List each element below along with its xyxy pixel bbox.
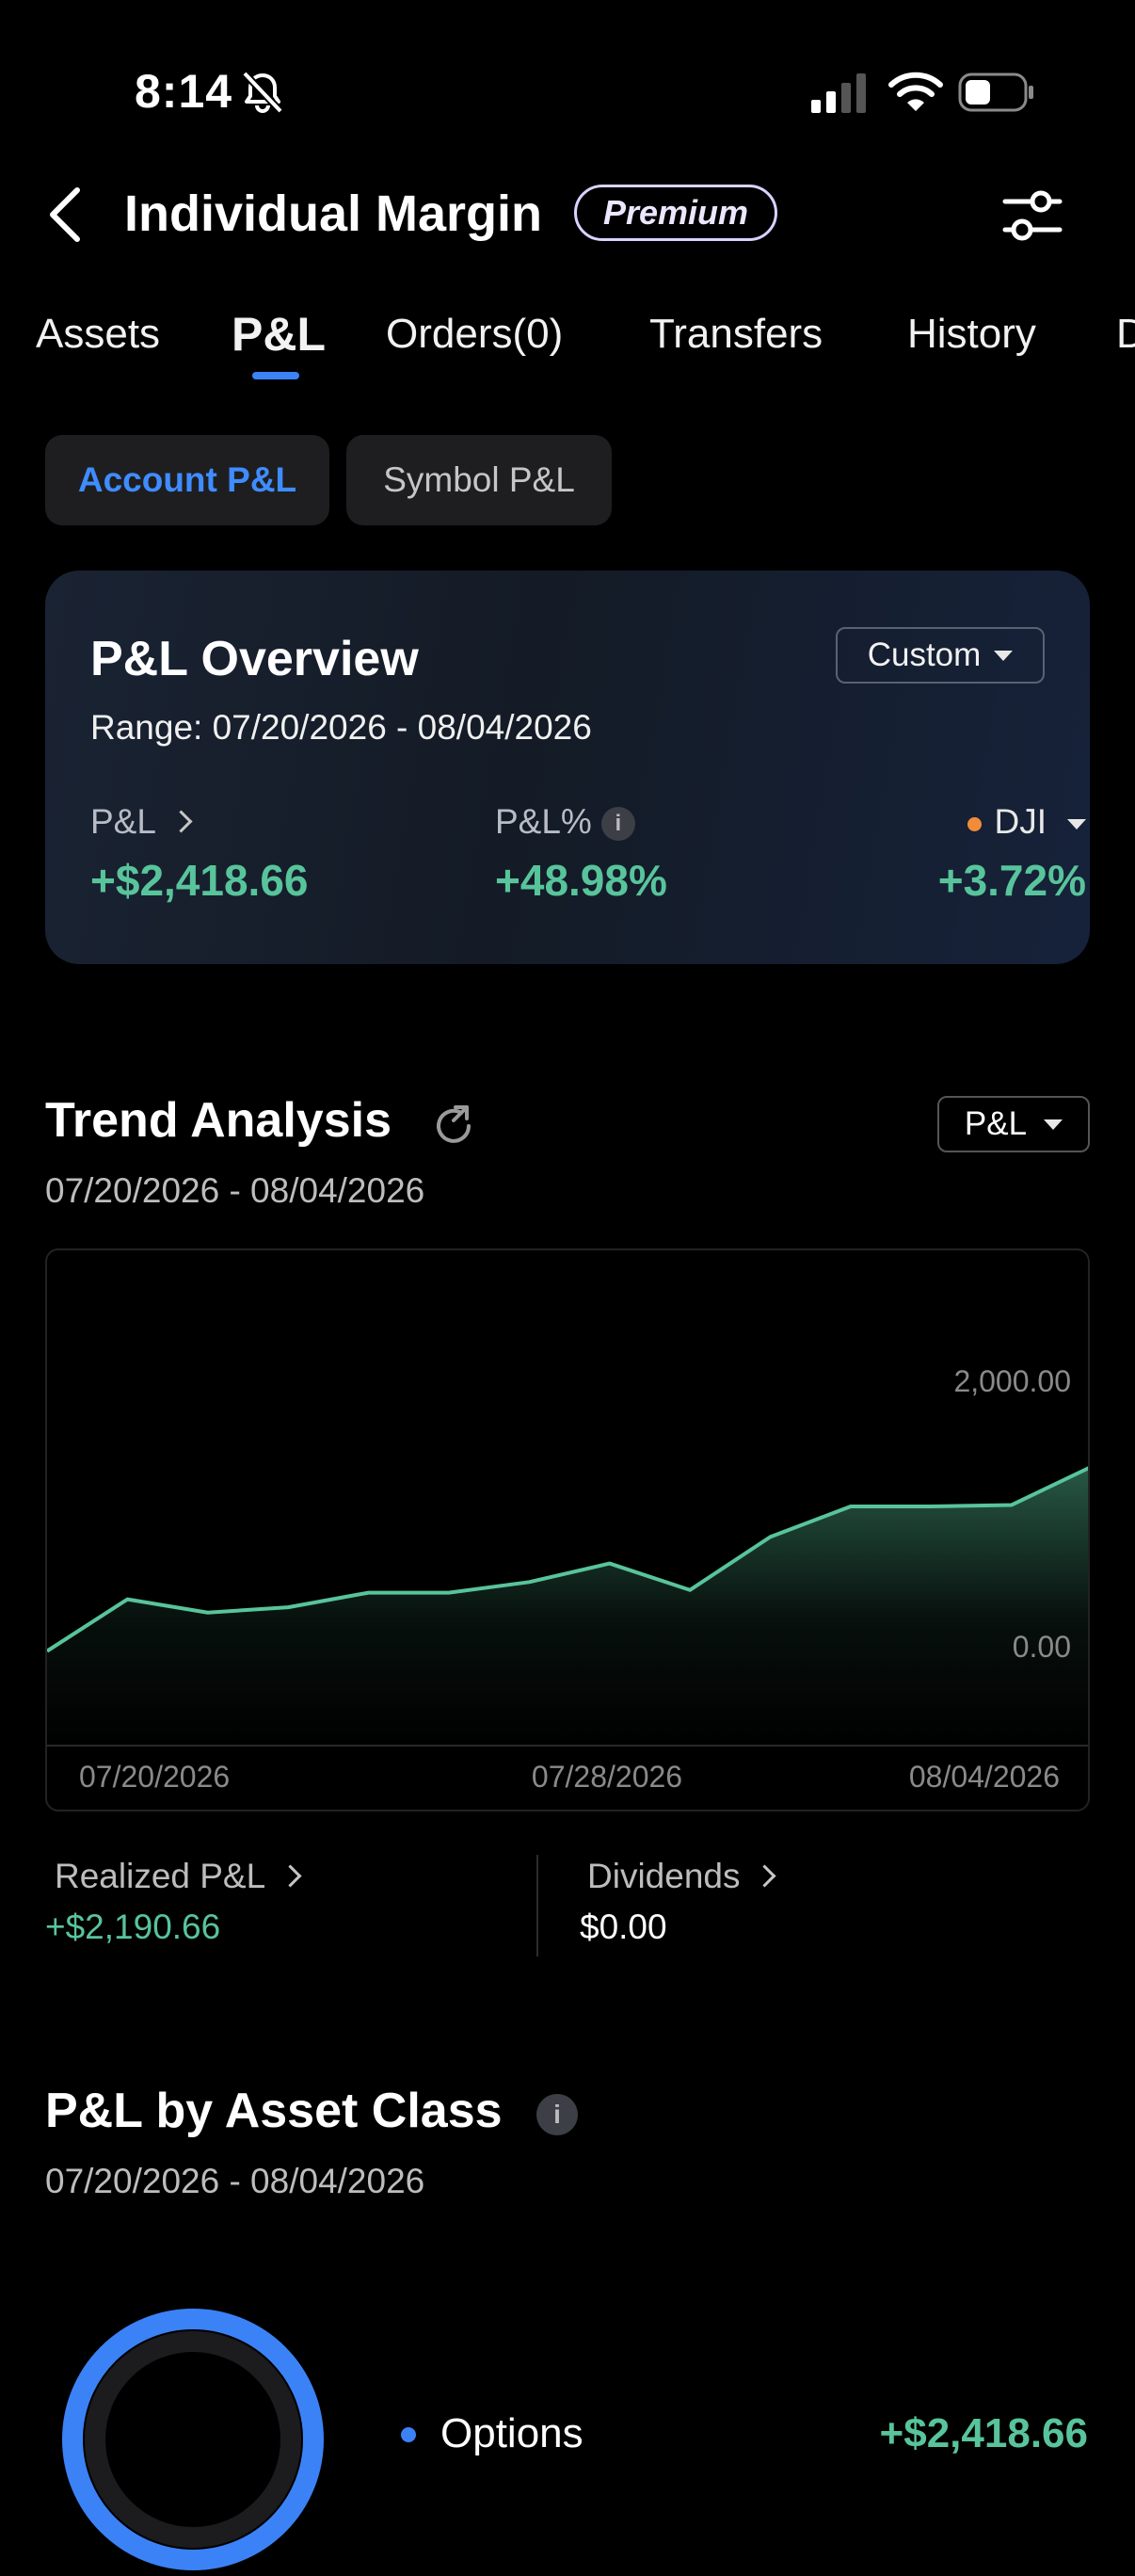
index-value: +3.72% [937,856,1086,905]
tab-orders[interactable]: Orders(0) [386,311,563,358]
tab-pl[interactable]: P&L [232,307,326,362]
x-tick-label: 07/20/2026 [79,1760,230,1794]
filter-settings-icon[interactable] [1001,186,1063,245]
status-time: 8:14 [135,65,233,118]
overview-title: P&L Overview [90,632,419,686]
cellular-signal-icon [811,73,866,113]
caret-down-icon [1044,1119,1063,1130]
options-legend-dot [401,2427,416,2442]
pl-label: P&L [90,802,156,841]
dividends-label: Dividends [587,1857,741,1895]
realized-label: Realized P&L [55,1857,266,1895]
options-value: +$2,418.66 [879,2410,1088,2456]
realized-value: +$2,190.66 [45,1908,221,1946]
summary-divider [536,1855,538,1956]
chevron-right-icon [279,1864,302,1888]
tab-transfers[interactable]: Transfers [649,311,823,358]
index-color-dot [967,816,982,831]
y-tick-label: 0.00 [1013,1630,1071,1664]
realized-pl-link[interactable]: Realized P&L [55,1857,302,1896]
index-selector[interactable]: DJI [967,802,1086,842]
pl-stat-link[interactable]: P&L [90,802,193,842]
index-label: DJI [994,802,1047,841]
caret-down-icon [994,650,1014,661]
account-pl-toggle[interactable]: Account P&L [45,435,329,525]
tab-bar: Assets P&L Orders(0) Transfers History D [0,301,1135,377]
period-selector-label: Custom [867,636,982,673]
wifi-icon [888,72,943,111]
trend-range: 07/20/2026 - 08/04/2026 [45,1171,425,1210]
plpct-label: P&L% [495,802,592,841]
caret-down-icon [1067,818,1086,829]
x-tick-label: 08/04/2026 [909,1760,1060,1794]
metric-selector-label: P&L [964,1105,1028,1142]
battery-icon [958,72,1033,112]
dividends-value: $0.00 [580,1908,667,1946]
metric-selector[interactable]: P&L [937,1096,1090,1152]
plpct-stat: P&L% i [495,802,635,842]
overview-range: Range: 07/20/2026 - 08/04/2026 [90,708,592,747]
chevron-right-icon [169,810,193,833]
trend-area [47,1468,1088,1746]
info-icon[interactable]: i [536,2094,578,2135]
trend-chart-svg: 0.00 2,000.00 07/20/2026 07/28/2026 08/04/20… [47,1364,1088,1794]
premium-badge: Premium [574,185,778,241]
symbol-pl-toggle[interactable]: Symbol P&L [346,435,612,525]
options-label: Options [440,2410,583,2456]
dividends-link[interactable]: Dividends [587,1857,777,1896]
bell-mute-icon [242,71,283,114]
info-icon[interactable]: i [600,807,635,842]
y-tick-label: 2,000.00 [953,1364,1071,1398]
x-tick-label: 07/28/2026 [532,1760,682,1794]
active-tab-indicator [252,372,299,379]
tab-more[interactable]: D [1116,311,1135,358]
asset-class-donut [62,2309,324,2570]
chevron-right-icon [753,1864,777,1888]
trend-chart[interactable]: 0.00 2,000.00 07/20/2026 07/28/2026 08/04/20… [45,1248,1090,1811]
period-selector[interactable]: Custom [836,627,1045,684]
pl-value: +$2,418.66 [90,856,309,905]
asset-class-range: 07/20/2026 - 08/04/2026 [45,2162,425,2200]
tab-history[interactable]: History [907,311,1036,358]
share-arrow-icon[interactable] [431,1102,476,1147]
page-title: Individual Margin [124,185,543,242]
back-chevron-icon[interactable] [45,186,87,243]
trend-title: Trend Analysis [45,1093,392,1148]
asset-class-title: P&L by Asset Class [45,2084,503,2138]
tab-assets[interactable]: Assets [36,311,160,358]
plpct-value: +48.98% [495,856,667,905]
